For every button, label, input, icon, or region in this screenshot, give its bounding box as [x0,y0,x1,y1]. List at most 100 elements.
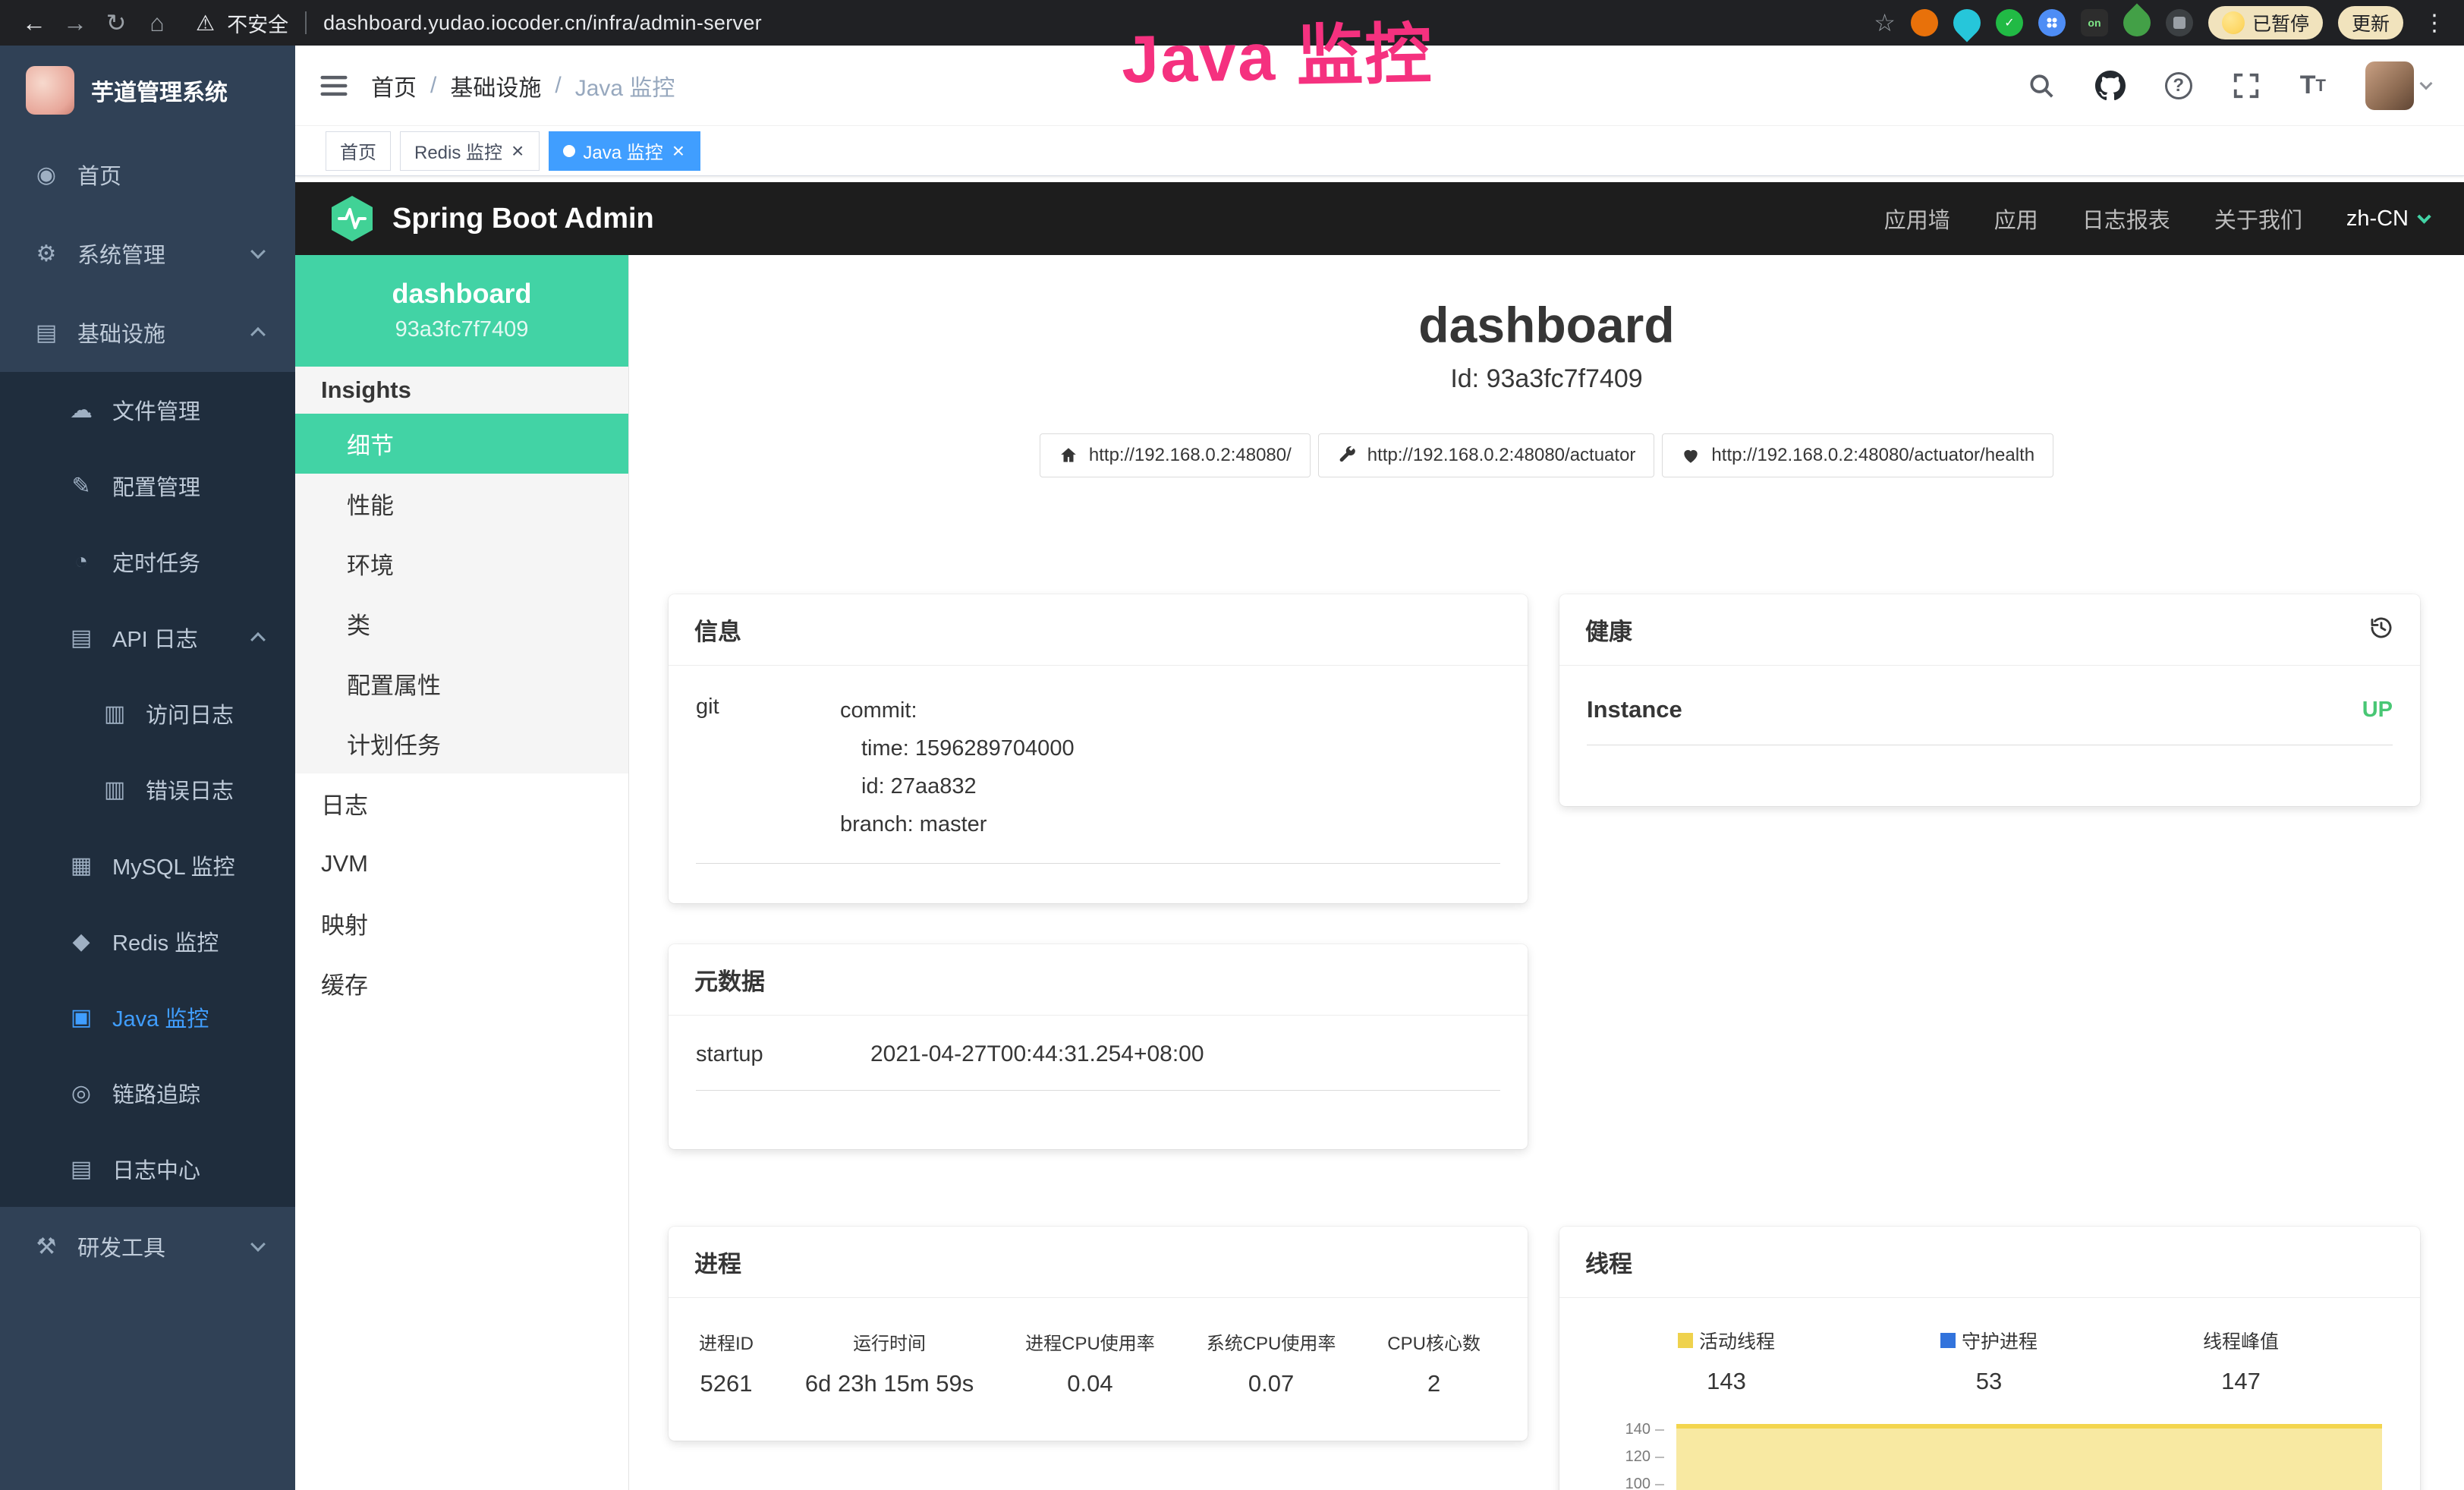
threads-chart: 140 120 100 [1587,1421,2393,1490]
sidebar-item-trace[interactable]: ◎ 链路追踪 [0,1055,295,1131]
extension-icon-pin[interactable] [1948,4,1987,43]
sba-item-scheduled-tasks[interactable]: 计划任务 [295,713,628,773]
sidebar-item-home[interactable]: ◉ 首页 [0,135,295,214]
sba-app-name: dashboard [310,278,613,310]
home-button[interactable]: ⌂ [137,4,178,42]
bookmark-star-icon[interactable]: ☆ [1874,8,1896,37]
fullscreen-icon[interactable] [2232,71,2261,100]
sidebar-item-error-log[interactable]: ▥ 错误日志 [0,751,295,827]
reload-button[interactable]: ↻ [96,4,137,42]
extension-icon-on[interactable]: on [2081,9,2108,36]
sidebar-item-log-center[interactable]: ▤ 日志中心 [0,1131,295,1207]
breadcrumb-home[interactable]: 首页 [371,69,417,102]
sba-language-select[interactable]: zh-CN [2346,206,2429,232]
sidebar-item-file-manage[interactable]: ☁ 文件管理 [0,372,295,448]
history-icon[interactable] [2368,615,2394,644]
sba-item-details[interactable]: 细节 [295,414,628,474]
sba-item-classes[interactable]: 类 [295,594,628,654]
sidebar-item-api-log[interactable]: ▤ API 日志 [0,600,295,676]
tag-java-monitor[interactable]: Java 监控 × [549,131,700,171]
sba-item-metrics[interactable]: 性能 [295,474,628,534]
git-values: commit: time: 1596289704000 id: 27aa832 … [840,691,1500,843]
sba-nav-about[interactable]: 关于我们 [2214,203,2302,235]
sidebar-item-java-monitor[interactable]: ▣ Java 监控 [0,979,295,1055]
link-health-url[interactable]: http://192.168.0.2:48080/actuator/health [1662,433,2053,477]
github-icon[interactable] [2095,71,2126,101]
sba-nav-applications[interactable]: 应用 [1994,203,2038,235]
sidebar-item-scheduled-job[interactable]: ◔ 定时任务 [0,524,295,600]
health-card: 健康 Instance UP [1559,594,2420,806]
sba-item-jvm[interactable]: JVM [295,833,628,893]
document-icon: ▥ [100,701,129,727]
sba-item-configprops[interactable]: 配置属性 [295,654,628,713]
sba-item-logs[interactable]: 日志 [295,773,628,833]
sba-content: dashboard Id: 93a3fc7f7409 http://192.16… [629,255,2464,1490]
sidebar-item-mysql-monitor[interactable]: ▦ MySQL 监控 [0,827,295,903]
sba-body: dashboard 93a3fc7f7409 Insights 细节 性能 环境… [295,255,2464,1490]
app-sidebar: 芋道管理系统 ◉ 首页 ⚙ 系统管理 ▤ 基础设施 ☁ 文件管理 ✎ 配置管理 [0,46,295,1490]
app-title: 芋道管理系统 [91,74,228,107]
sba-instance-block[interactable]: dashboard 93a3fc7f7409 [295,255,628,367]
chevron-down-icon [2420,77,2433,90]
forward-button[interactable]: → [55,4,96,42]
sidebar-item-system[interactable]: ⚙ 系统管理 [0,214,295,293]
tag-home[interactable]: 首页 [326,131,391,171]
sba-nav-wallboard[interactable]: 应用墙 [1884,203,1950,235]
close-icon[interactable]: × [510,140,525,162]
link-service-url[interactable]: http://192.168.0.2:48080/ [1040,433,1311,477]
instance-links: http://192.168.0.2:48080/ http://192.168… [629,433,2464,477]
user-menu[interactable] [2365,61,2431,110]
sidebar-item-redis-monitor[interactable]: ◆ Redis 监控 [0,903,295,979]
health-instance-row[interactable]: Instance UP [1587,696,2393,745]
extension-icon-orange[interactable] [1911,9,1938,36]
close-icon[interactable]: × [671,140,686,162]
extension-icon-grid[interactable] [2038,9,2066,36]
sba-sidebar: dashboard 93a3fc7f7409 Insights 细节 性能 环境… [295,255,629,1490]
document-icon: ▤ [67,1156,96,1183]
browser-toolbar-right: ☆ ✓ on 已暂停 更新 ⋮ [1874,6,2450,39]
instance-id: Id: 93a3fc7f7409 [629,364,2464,394]
chevron-down-icon [2417,209,2431,223]
sba-app-id: 93a3fc7f7409 [310,317,613,342]
threads-card: 线程 活动线程 143 [1559,1227,2420,1490]
update-label: 更新 [2352,9,2390,36]
tag-redis-monitor[interactable]: Redis 监控 × [400,131,540,171]
sidebar-item-infra[interactable]: ▤ 基础设施 [0,293,295,372]
process-col-process-cpu: 进程CPU使用率 0.04 [1025,1328,1155,1397]
link-actuator-url[interactable]: http://192.168.0.2:48080/actuator [1318,433,1655,477]
spacer [295,176,2464,182]
cloud-icon: ☁ [67,397,96,424]
browser-menu-icon[interactable]: ⋮ [2418,10,2450,36]
sidebar-item-access-log[interactable]: ▥ 访问日志 [0,676,295,751]
back-button[interactable]: ← [14,4,55,42]
font-size-icon[interactable]: TT [2300,71,2326,100]
divider [305,11,307,34]
breadcrumb: 首页 / 基础设施 / Java 监控 [371,69,675,102]
legend-blue-swatch [1940,1333,1956,1348]
chrome-update-button[interactable]: 更新 [2338,6,2403,39]
breadcrumb-infra[interactable]: 基础设施 [450,69,541,102]
extension-icon-leaf[interactable] [2118,4,2157,43]
address-bar[interactable]: ⚠ 不安全 dashboard.yudao.iocoder.cn/infra/a… [196,8,1874,38]
search-icon[interactable] [2027,71,2056,100]
help-icon[interactable]: ? [2165,72,2192,99]
sba-item-environment[interactable]: 环境 [295,534,628,594]
hamburger-icon[interactable] [318,70,350,102]
sba-item-mappings[interactable]: 映射 [295,893,628,953]
sba-nav-journal[interactable]: 日志报表 [2082,203,2170,235]
sidebar-item-config-manage[interactable]: ✎ 配置管理 [0,448,295,524]
sba-logo[interactable]: Spring Boot Admin [330,194,654,243]
sidebar-item-devtools[interactable]: ⚒ 研发工具 [0,1207,295,1286]
main-area: 首页 / 基础设施 / Java 监控 ? TT 首页 [295,46,2464,1490]
app-logo[interactable]: 芋道管理系统 [0,46,295,135]
chevron-down-icon [250,244,266,259]
profile-avatar-icon [2222,11,2245,34]
chevron-down-icon [250,1236,266,1252]
sba-item-caches[interactable]: 缓存 [295,953,628,1013]
sidebar-menu: ◉ 首页 ⚙ 系统管理 ▤ 基础设施 ☁ 文件管理 ✎ 配置管理 ◔ 定时任务 [0,135,295,1286]
logo-image [26,66,74,115]
paused-label: 已暂停 [2252,9,2309,36]
profile-paused-badge[interactable]: 已暂停 [2208,6,2323,39]
extension-icon-green[interactable]: ✓ [1996,9,2023,36]
extensions-puzzle-icon[interactable] [2166,9,2193,36]
